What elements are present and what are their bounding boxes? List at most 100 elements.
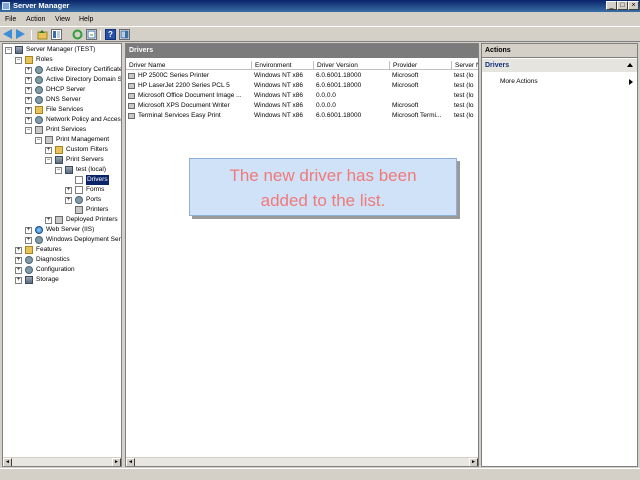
tree-item-label: test (local) (76, 166, 106, 173)
tree-item[interactable]: + File Services (3, 105, 121, 115)
expand-icon[interactable]: + (25, 227, 32, 234)
tree-item[interactable]: Printers (3, 205, 121, 215)
printer-driver-icon (128, 103, 135, 109)
expand-icon[interactable]: + (15, 267, 22, 274)
driver-row[interactable]: HP LaserJet 2200 Series PCL 5 Windows NT … (126, 81, 478, 91)
expand-icon[interactable]: + (65, 187, 72, 194)
back-button[interactable] (3, 29, 14, 40)
menu-view[interactable]: View (55, 15, 70, 24)
expand-icon[interactable]: + (45, 147, 52, 154)
console-tree-pane[interactable]: − Server Manager (TEST) − Roles + Active Dire… (2, 43, 122, 467)
show-hide-console-tree-button[interactable] (51, 29, 62, 40)
expand-icon[interactable]: + (25, 87, 32, 94)
driver-row[interactable]: HP 2500C Series Printer Windows NT x86 6.0… (126, 71, 478, 81)
show-hide-action-pane-button[interactable] (119, 29, 130, 40)
column-driver-version[interactable]: Driver Version (314, 61, 390, 70)
forward-button[interactable] (16, 29, 27, 40)
collapse-icon[interactable]: − (55, 167, 62, 174)
menu-help[interactable]: Help (79, 15, 93, 24)
collapse-icon[interactable]: − (25, 127, 32, 134)
driver-cell: 6.0.6001.18000 (316, 72, 362, 79)
tree-item[interactable]: − test (local) (3, 165, 121, 175)
tree-item[interactable]: + Network Policy and Access (3, 115, 121, 125)
collapse-caret-icon[interactable] (627, 63, 633, 67)
drivers-pane-header: Drivers (126, 44, 478, 58)
minimize-button[interactable]: _ (606, 1, 617, 10)
scroll-right-button[interactable]: ► (112, 458, 121, 466)
expand-icon[interactable]: + (25, 97, 32, 104)
tree-item[interactable]: + DHCP Server (3, 85, 121, 95)
driver-row[interactable]: Microsoft XPS Document Writer Windows NT … (126, 101, 478, 111)
tree-item[interactable]: + Features (3, 245, 121, 255)
expand-icon[interactable]: + (45, 217, 52, 224)
tree-horizontal-scrollbar[interactable]: ◄ ► (3, 457, 121, 466)
driver-row[interactable]: Microsoft Office Document Image ... Windo… (126, 91, 478, 101)
tree-item[interactable]: − Print Servers (3, 155, 121, 165)
expand-icon[interactable]: + (25, 237, 32, 244)
tree-item[interactable]: + Ports (3, 195, 121, 205)
expand-icon[interactable]: + (25, 107, 32, 114)
menu-file[interactable]: File (5, 15, 16, 24)
up-one-level-button[interactable] (37, 29, 48, 40)
driver-cell: Terminal Services Easy Print (138, 112, 221, 119)
tree-item[interactable]: + Windows Deployment Servi (3, 235, 122, 245)
printer-driver-icon (128, 113, 135, 119)
tree-item-label: Active Directory Domain Se (46, 76, 122, 83)
tree-item[interactable]: + Web Server (IIS) (3, 225, 121, 235)
driver-cell: Windows NT x86 (254, 112, 304, 119)
close-button[interactable]: × (628, 1, 639, 10)
expand-icon[interactable]: + (25, 77, 32, 84)
expand-icon[interactable]: + (65, 197, 72, 204)
expand-icon[interactable]: + (15, 277, 22, 284)
collapse-icon[interactable]: − (45, 157, 52, 164)
tree-item[interactable]: + Configuration (3, 265, 121, 275)
srv-icon (65, 166, 73, 174)
globe-icon (35, 226, 43, 234)
tree-item[interactable]: − Server Manager (TEST) (3, 45, 121, 55)
tree-item[interactable]: + Deployed Printers (3, 215, 121, 225)
column-server-name[interactable]: Server N (452, 61, 478, 70)
drivers-scroll-right-button[interactable]: ► (469, 458, 478, 466)
tree-item-label: Windows Deployment Servi (46, 236, 122, 243)
menu-action[interactable]: Action (26, 15, 45, 24)
expand-icon[interactable]: + (15, 257, 22, 264)
actions-section-drivers[interactable]: Drivers (482, 59, 637, 72)
column-provider[interactable]: Provider (390, 61, 452, 70)
tree-item-label: Forms (86, 186, 105, 193)
drivers-horizontal-scrollbar[interactable]: ◄ ► (126, 457, 478, 466)
tree-item-label: Features (36, 246, 62, 253)
collapse-icon[interactable]: − (35, 137, 42, 144)
tree-item[interactable]: − Print Services (3, 125, 121, 135)
tree-item[interactable]: + Diagnostics (3, 255, 121, 265)
server-manager-icon (2, 2, 10, 10)
printer-icon (35, 126, 43, 134)
scroll-left-button[interactable]: ◄ (3, 458, 12, 466)
expand-icon[interactable]: + (25, 117, 32, 124)
collapse-icon[interactable]: − (15, 57, 22, 64)
expand-icon[interactable]: + (25, 67, 32, 74)
tree-item[interactable]: + Active Directory Domain Se (3, 75, 122, 85)
help-button[interactable]: ? (105, 29, 116, 40)
maximize-button[interactable]: □ (617, 1, 628, 10)
driver-cell: 0.0.0.0 (316, 102, 336, 109)
collapse-icon[interactable]: − (5, 47, 12, 54)
refresh-button[interactable] (72, 29, 83, 40)
tree-item[interactable]: Drivers (3, 175, 121, 185)
more-actions-item[interactable]: More Actions (500, 77, 538, 86)
tree-item[interactable]: + Forms (3, 185, 121, 195)
driver-cell: test (lo (454, 82, 474, 89)
driver-row[interactable]: Terminal Services Easy Print Windows NT x… (126, 111, 478, 121)
export-list-button[interactable] (86, 29, 97, 40)
tree-item[interactable]: − Print Management (3, 135, 121, 145)
column-driver-name[interactable]: Driver Name (126, 61, 252, 70)
tree-item[interactable]: + Custom Filters (3, 145, 121, 155)
tree-item-label: Custom Filters (66, 146, 108, 153)
drivers-scroll-left-button[interactable]: ◄ (126, 458, 135, 466)
column-environment[interactable]: Environment (252, 61, 314, 70)
expand-icon[interactable]: + (15, 247, 22, 254)
srv-icon (55, 156, 63, 164)
tree-item[interactable]: + Storage (3, 275, 121, 285)
tree-item[interactable]: + DNS Server (3, 95, 121, 105)
tree-item[interactable]: + Active Directory Certificate (3, 65, 121, 75)
tree-item[interactable]: − Roles (3, 55, 121, 65)
